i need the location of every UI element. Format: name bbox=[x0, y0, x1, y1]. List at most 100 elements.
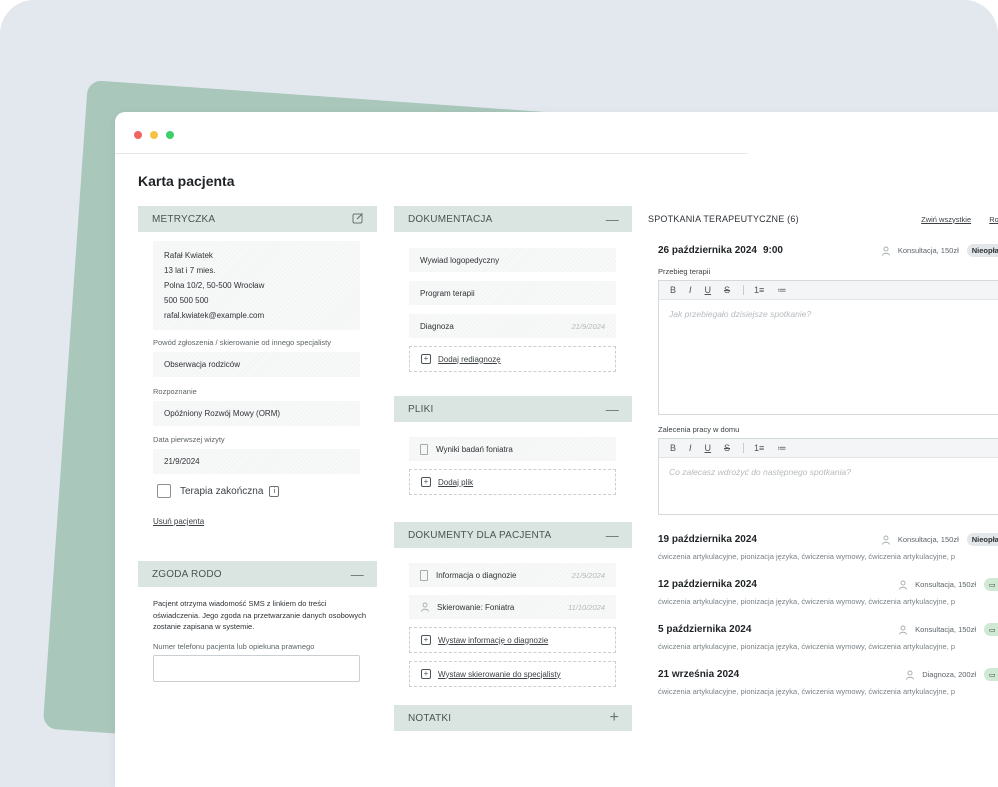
person-icon bbox=[898, 580, 908, 590]
doc-item-label: Program terapii bbox=[420, 288, 475, 298]
card-icon: ▭ bbox=[989, 672, 998, 679]
person-icon bbox=[881, 246, 891, 256]
bullet-list-button[interactable]: ≔ bbox=[777, 443, 786, 454]
progress-editor[interactable]: B I U S 1≡ ≔ Jak przebiegało dzisiejsze … bbox=[658, 280, 998, 415]
pliki-title: PLIKI bbox=[408, 403, 434, 415]
card-icon: ▭ bbox=[989, 582, 998, 589]
dokumentacja-title: DOKUMENTACJA bbox=[408, 213, 493, 225]
payment-status-badge[interactable]: Nieopłac bbox=[966, 244, 998, 257]
rodo-phone-input[interactable] bbox=[153, 654, 360, 682]
minus-icon[interactable]: — bbox=[351, 567, 364, 582]
patient-doc-date: 21/9/2024 bbox=[571, 570, 605, 580]
ordered-list-button[interactable]: 1≡ bbox=[754, 443, 764, 453]
delete-patient-link[interactable]: Usuń pacjenta bbox=[153, 517, 377, 526]
window-titlebar bbox=[115, 112, 998, 154]
past-meeting-tags: ćwiczenia artykulacyjne, pionizacja języ… bbox=[658, 687, 956, 696]
person-icon bbox=[898, 625, 908, 635]
person-icon bbox=[881, 535, 891, 545]
strikethrough-button[interactable]: S bbox=[724, 285, 730, 295]
editor-toolbar: B I U S 1≡ ≔ bbox=[659, 439, 998, 458]
past-meeting[interactable]: 21 września 2024 Diagnoza, 200zł ▭ K ćwi… bbox=[658, 668, 998, 696]
minus-icon[interactable]: — bbox=[606, 528, 619, 543]
right-column: SPOTKANIA TERAPEUTYCZNE (6) Zwiń wszystk… bbox=[648, 206, 998, 696]
italic-button[interactable]: I bbox=[689, 285, 692, 295]
rodo-header: ZGODA RODO — bbox=[138, 561, 377, 587]
rodo-title: ZGODA RODO bbox=[152, 568, 222, 580]
payment-status-badge[interactable]: ▭ K bbox=[984, 668, 998, 681]
minus-icon[interactable]: — bbox=[606, 212, 619, 227]
reason-label: Powód zgłoszenia / skierowanie od innego… bbox=[153, 338, 332, 347]
first-visit-label: Data pierwszej wizyty bbox=[153, 435, 225, 444]
minus-icon[interactable]: — bbox=[606, 402, 619, 417]
past-meeting-meta: Konsultacja, 150zł ▭ K bbox=[898, 578, 998, 591]
plus-icon[interactable]: + bbox=[609, 709, 619, 727]
meetings-actions: Zwiń wszystkie Rozw bbox=[905, 215, 998, 224]
close-window-dot[interactable] bbox=[134, 131, 142, 139]
underline-button[interactable]: U bbox=[705, 443, 712, 453]
homework-placeholder: Co zalecasz wdrożyć do następnego spotka… bbox=[669, 467, 851, 477]
add-file-button[interactable]: + Dodaj plik bbox=[409, 469, 616, 495]
past-meeting-type-price: Konsultacja, 150zł bbox=[915, 580, 977, 589]
meetings-header: SPOTKANIA TERAPEUTYCZNE (6) Zwiń wszystk… bbox=[648, 206, 998, 232]
first-visit-field[interactable]: 21/9/2024 bbox=[153, 449, 360, 474]
doc-item-diagnoza[interactable]: Diagnoza 21/9/2024 bbox=[409, 314, 616, 338]
plus-icon: + bbox=[421, 669, 431, 679]
issue-diagnosis-info-label: Wystaw informację o diagnozie bbox=[438, 635, 549, 645]
doc-item-wywiad[interactable]: Wywiad logopedyczny bbox=[409, 248, 616, 272]
info-icon[interactable]: i bbox=[269, 485, 280, 497]
past-meeting-date: 21 września 2024 bbox=[658, 669, 740, 680]
add-file-label: Dodaj plik bbox=[438, 477, 474, 487]
past-meeting[interactable]: 5 października 2024 Konsultacja, 150zł ▭… bbox=[658, 623, 998, 651]
pliki-list: Wyniki badań foniatra + Dodaj plik bbox=[409, 437, 616, 495]
plus-icon: + bbox=[421, 477, 431, 487]
payment-status-badge[interactable]: ▭ K bbox=[984, 623, 998, 636]
edit-icon[interactable] bbox=[352, 212, 364, 227]
dokumentacja-list: Wywiad logopedyczny Program terapii Diag… bbox=[409, 248, 616, 372]
toolbar-divider bbox=[743, 285, 745, 295]
italic-button[interactable]: I bbox=[689, 443, 692, 453]
bullet-list-button[interactable]: ≔ bbox=[777, 285, 786, 296]
patient-doc-left: Informacja o diagnozie bbox=[420, 569, 517, 581]
past-meeting-tags: ćwiczenia artykulacyjne, pionizacja języ… bbox=[658, 642, 956, 651]
past-meeting-header: 21 września 2024 Diagnoza, 200zł ▭ K bbox=[658, 668, 998, 681]
strikethrough-button[interactable]: S bbox=[724, 443, 730, 453]
patient-doc-label: Skierowanie: Foniatra bbox=[437, 602, 515, 612]
metryczka-title: METRYCZKA bbox=[152, 213, 216, 225]
minimize-window-dot[interactable] bbox=[150, 131, 158, 139]
past-meeting-type-price: Diagnoza, 200zł bbox=[922, 670, 977, 679]
past-meeting-header: 12 października 2024 Konsultacja, 150zł … bbox=[658, 578, 998, 591]
patient-doc-diagnosis-info[interactable]: Informacja o diagnozie 21/9/2024 bbox=[409, 563, 616, 587]
collapse-all-link[interactable]: Zwiń wszystkie bbox=[921, 215, 971, 224]
therapy-finished-row[interactable]: Terapia zakończna i bbox=[157, 484, 377, 498]
bold-button[interactable]: B bbox=[670, 443, 676, 453]
underline-button[interactable]: U bbox=[705, 285, 712, 295]
patient-doc-referral[interactable]: Skierowanie: Foniatra 11/10/2024 bbox=[409, 595, 616, 619]
diagnosis-field[interactable]: Opóźniony Rozwój Mowy (ORM) bbox=[153, 401, 360, 426]
bold-button[interactable]: B bbox=[670, 285, 676, 295]
issue-referral-button[interactable]: + Wystaw skierowanie do specjalisty bbox=[409, 661, 616, 687]
progress-label: Przebieg terapii bbox=[658, 267, 711, 276]
issue-diagnosis-info-button[interactable]: + Wystaw informację o diagnozie bbox=[409, 627, 616, 653]
maximize-window-dot[interactable] bbox=[166, 131, 174, 139]
past-meeting-type-price: Konsultacja, 150zł bbox=[915, 625, 977, 634]
doc-item-program[interactable]: Program terapii bbox=[409, 281, 616, 305]
dokumenty-pacjenta-header: DOKUMENTY DLA PACJENTA — bbox=[394, 522, 632, 548]
homework-editor[interactable]: B I U S 1≡ ≔ Co zalecasz wdrożyć do nast… bbox=[658, 438, 998, 515]
payment-status-badge[interactable]: ▭ K bbox=[984, 578, 998, 591]
current-meeting-header[interactable]: 26 października 2024 9:00 Konsultacja, 15… bbox=[658, 244, 998, 257]
payment-status-badge[interactable]: Nieopłac bbox=[966, 533, 998, 546]
past-meeting[interactable]: 19 października 2024 Konsultacja, 150zł … bbox=[658, 533, 998, 561]
pliki-header: PLIKI — bbox=[394, 396, 632, 422]
expand-all-link[interactable]: Rozw bbox=[989, 215, 998, 224]
past-meeting[interactable]: 12 października 2024 Konsultacja, 150zł … bbox=[658, 578, 998, 606]
notatki-header[interactable]: NOTATKI + bbox=[394, 705, 632, 731]
ordered-list-button[interactable]: 1≡ bbox=[754, 285, 764, 295]
past-meeting-meta: Konsultacja, 150zł Nieopłac bbox=[881, 533, 998, 546]
patient-email: rafal.kwiatek@example.com bbox=[164, 311, 265, 320]
file-item[interactable]: Wyniki badań foniatra bbox=[409, 437, 616, 461]
past-meeting-date: 12 października 2024 bbox=[658, 579, 757, 590]
add-rediagnosis-button[interactable]: + Dodaj rediagnozę bbox=[409, 346, 616, 372]
therapy-finished-checkbox[interactable] bbox=[157, 484, 171, 498]
reason-field[interactable]: Obserwacja rodziców bbox=[153, 352, 360, 377]
metryczka-header: METRYCZKA bbox=[138, 206, 377, 232]
